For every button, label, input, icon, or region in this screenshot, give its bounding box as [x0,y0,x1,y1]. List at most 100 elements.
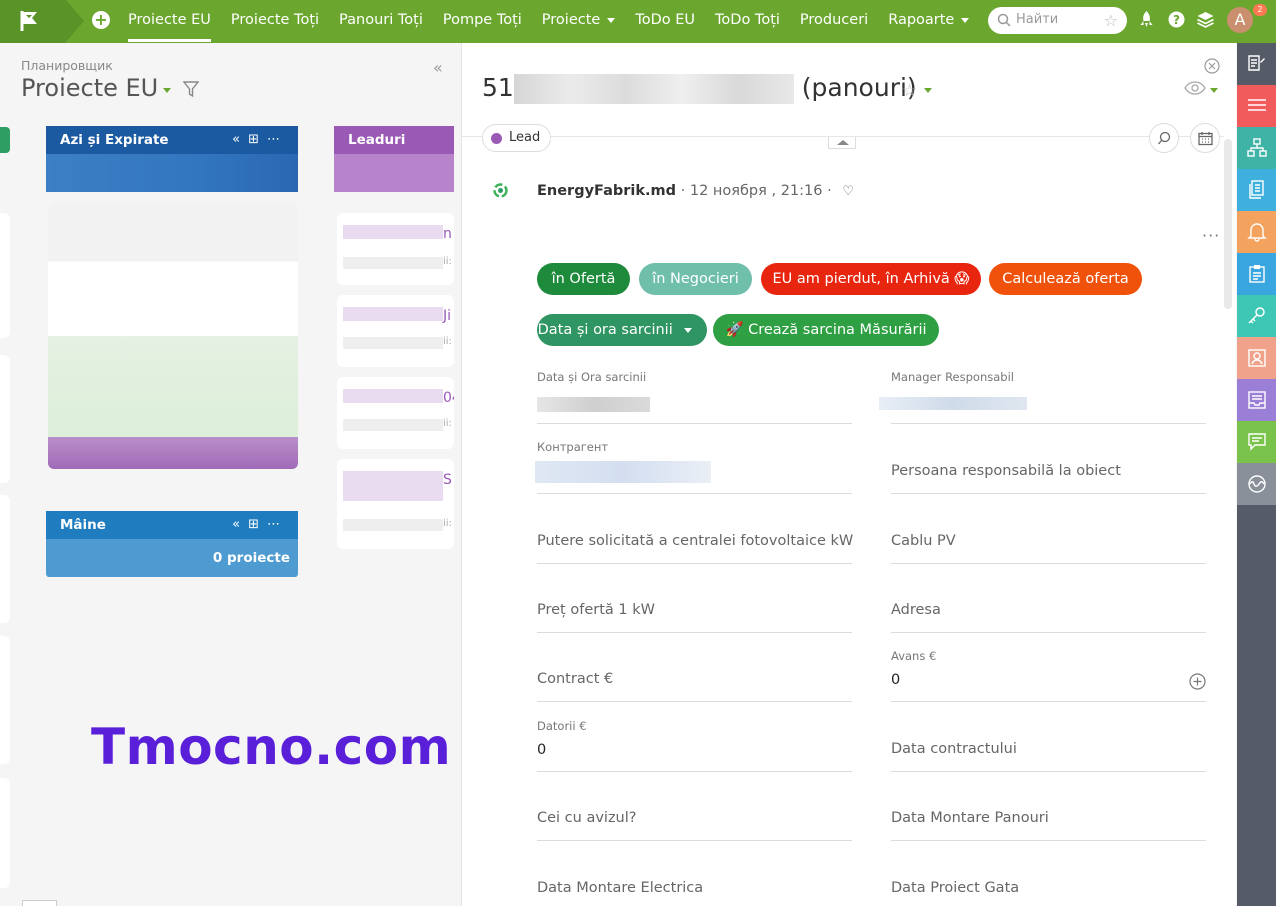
field-data-contractului[interactable]: Data contractului [891,718,1206,772]
bottom-handle[interactable] [22,900,57,906]
nav-item-proiecte[interactable]: Proiecte [532,0,626,43]
column-stub [0,127,10,153]
field-label: Datorii € [537,719,587,733]
app-logo[interactable] [0,0,66,43]
title-dropdown-caret[interactable] [163,88,171,93]
nav-item-proiecte-eu[interactable]: Proiecte EU [118,0,221,43]
stage-badge[interactable]: Lead [482,124,552,152]
field-data-proiect-gata[interactable]: Data Proiect Gata [891,857,1206,906]
field-contragent[interactable]: Контрагент [535,440,852,494]
rocket-icon[interactable] [1139,11,1154,32]
calendar-icon [1198,132,1213,146]
field-data-montare-electrica[interactable]: Data Montare Electrica [537,857,852,906]
page-title[interactable]: Proiecte EU [21,74,158,102]
rail-item-key[interactable] [1237,295,1276,337]
nav-item-proiecte-toți[interactable]: Proiecte Toți [221,0,329,43]
field-persoana-responsabila[interactable]: Persoana responsabilă la obiect [891,440,1206,494]
field-avizul[interactable]: Cei cu avizul? [537,787,852,841]
lead-card[interactable]: 04 ii: [337,377,454,449]
add-circle-icon[interactable] [1189,673,1206,690]
title-dropdown-caret[interactable] [924,88,932,93]
arhiva-button[interactable]: EU am pierdut, în Arhivă 😱 [761,263,981,295]
avatar[interactable]: A [1227,7,1253,33]
field-cablu-pv[interactable]: Cablu PV [891,510,1206,564]
calculeaza-oferta-button[interactable]: Calculează oferta [989,263,1142,295]
rail-item-org-chart[interactable] [1237,127,1276,169]
main-nav: Proiecte EU Proiecte Toți Panouri Toți Pomp… [118,0,979,43]
in-negocieri-button[interactable]: în Negocieri [639,263,752,295]
rail-item-inbox[interactable] [1237,379,1276,421]
close-icon[interactable] [1204,58,1220,74]
search-box[interactable]: Найти ☆ [988,7,1127,34]
more-options-icon[interactable]: ··· [1202,226,1220,245]
project-title[interactable]: 51 (panouri) [482,73,917,104]
nav-item-label: Proiecte Toți [230,12,320,28]
rail-item-edit-list[interactable] [1237,43,1276,85]
column-header[interactable]: Mâine «⊞⋯ [46,511,298,539]
rail-item-contact[interactable] [1237,337,1276,379]
layers-icon[interactable] [1197,11,1214,32]
field-data-ora-sarcinii[interactable]: Data și Ora sarcinii [537,370,852,424]
rail-item-list[interactable] [1237,85,1276,127]
flag-icon [20,11,37,31]
eye-dropdown-caret[interactable] [1210,88,1218,93]
calendar-button[interactable] [1190,123,1220,153]
field-putere-solicitata[interactable]: Putere solicitată a centralei fotovoltai… [537,510,853,564]
field-adresa[interactable]: Adresa [891,579,1206,633]
creaza-sarcina-button[interactable]: 🚀 Crează sarcina Măsurării [713,314,939,346]
collapse-panel-icon[interactable]: « [433,58,443,77]
favorite-star-icon[interactable]: ☆ [1104,11,1118,30]
collapse-up-icon[interactable] [828,137,856,149]
author-name[interactable]: EnergyFabrik.md [537,183,676,199]
field-data-montare-panouri[interactable]: Data Montare Panouri [891,787,1206,841]
add-icon[interactable]: + [92,11,110,29]
data-ora-sarcinii-button[interactable]: Data și ora sarcinii [537,314,707,346]
blurred-project-card[interactable] [48,203,298,469]
search-button[interactable] [1149,123,1179,153]
field-placeholder: Cablu PV [891,533,956,549]
nav-item-label: Proiecte [541,12,601,28]
column-leaduri: Leaduri [334,126,454,192]
in-oferta-button[interactable]: în Ofertă [537,263,630,295]
field-placeholder: Data Proiect Gata [891,880,1020,896]
field-pret-oferta[interactable]: Preț ofertă 1 kW [537,579,852,633]
lead-card[interactable]: S ii: [337,459,454,549]
inbox-icon [1248,391,1266,409]
field-manager[interactable]: Manager Responsabil [879,370,1206,424]
nav-item-rapoarte[interactable]: Rapoarte [878,0,979,43]
favorite-star-icon[interactable]: ☆ [902,81,917,101]
column-actions[interactable]: «⊞⋯ [232,126,288,154]
field-contract[interactable]: Contract € [537,648,852,702]
eye-icon[interactable] [1184,81,1206,95]
rail-item-documents[interactable] [1237,169,1276,211]
nav-item-pompe-toți[interactable]: Pompe Toți [433,0,532,43]
scrollbar[interactable] [1224,139,1232,309]
like-heart-icon[interactable]: ♡ [842,184,854,199]
watermark: Tmocno.com [91,718,452,776]
field-placeholder: Cei cu avizul? [537,810,637,826]
post-author-line: EnergyFabrik.md · 12 ноября , 21:16 · ♡ [537,183,854,199]
field-placeholder: Contract € [537,671,614,687]
column-header[interactable]: Leaduri [334,126,454,154]
field-avans[interactable]: Avans € 0 [891,648,1206,702]
rail-item-bell[interactable] [1237,211,1276,253]
column-summary [46,154,298,192]
rail-item-activity[interactable] [1237,463,1276,505]
filter-icon[interactable] [183,81,199,98]
lead-sublabel: ii: [443,518,452,529]
rail-item-clipboard[interactable] [1237,253,1276,295]
nav-item-todo-eu[interactable]: ToDo EU [625,0,705,43]
lead-card[interactable]: n ii: [337,213,454,285]
column-header[interactable]: Azi și Expirate «⊞⋯ [46,126,298,154]
lead-card[interactable]: Ji ii: [337,295,454,367]
nav-item-panouri-toți[interactable]: Panouri Toți [329,0,433,43]
redacted-value [879,397,1027,410]
help-icon[interactable]: ? [1168,11,1185,32]
rail-item-chat[interactable] [1237,421,1276,463]
nav-item-produceri[interactable]: Produceri [790,0,878,43]
key-icon [1248,307,1265,324]
field-datorii[interactable]: Datorii € 0 [537,718,852,772]
column-actions[interactable]: «⊞⋯ [232,511,288,539]
card-stub [0,778,10,888]
nav-item-todo-toți[interactable]: ToDo Toți [705,0,790,43]
